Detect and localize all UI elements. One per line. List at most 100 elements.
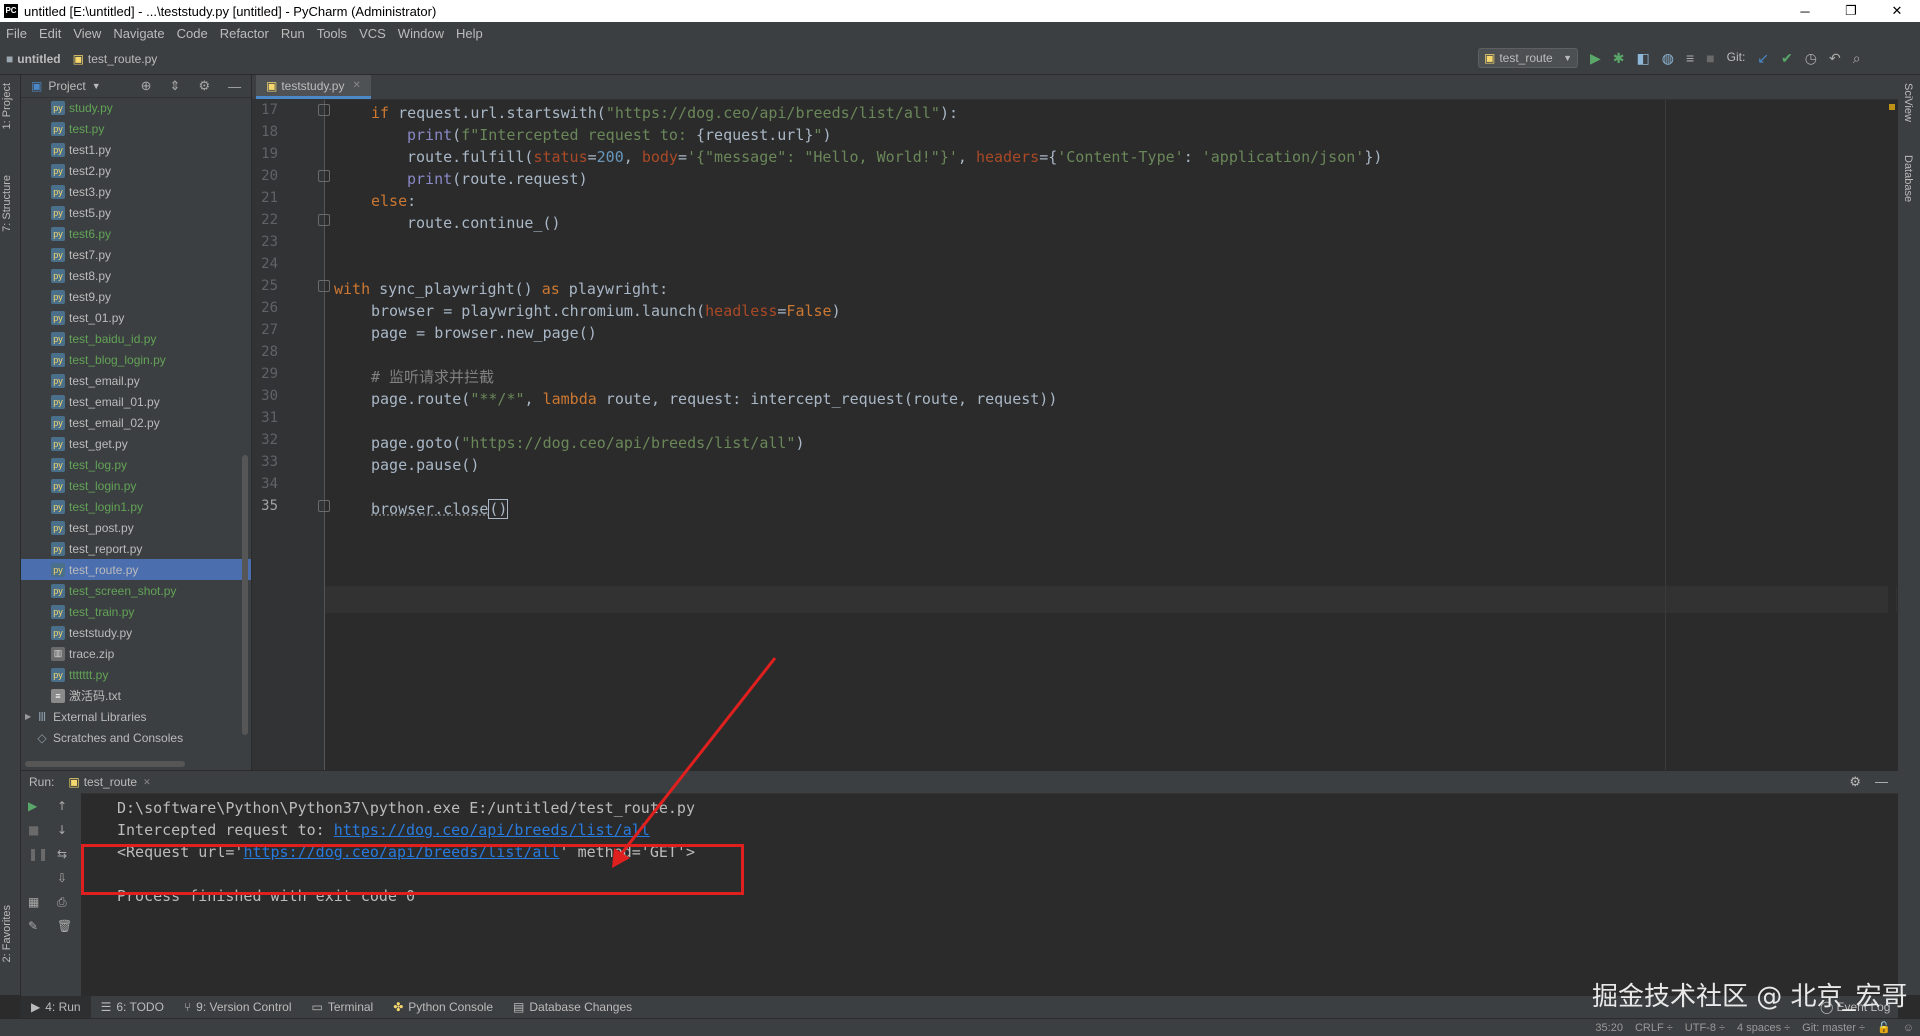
rerun-icon[interactable]: ▶: [28, 799, 37, 813]
tree-item-file[interactable]: py test6.py: [21, 223, 251, 244]
breadcrumb-project[interactable]: ■ untitled: [0, 52, 67, 66]
tree-item-file[interactable]: py test_blog_login.py: [21, 349, 251, 370]
tree-item-file[interactable]: py test_get.py: [21, 433, 251, 454]
chevron-right-icon[interactable]: ▶: [25, 712, 31, 721]
fold-marker-icon[interactable]: [318, 170, 330, 182]
hide-icon[interactable]: —: [228, 79, 241, 94]
tree-item-file[interactable]: py test_email.py: [21, 370, 251, 391]
rollback-icon[interactable]: ↶: [1829, 50, 1841, 67]
database-tool-tab[interactable]: Database: [1902, 155, 1914, 202]
pin-icon[interactable]: ✎: [28, 919, 38, 933]
tree-item-file[interactable]: py test_login1.py: [21, 496, 251, 517]
stop-icon[interactable]: ■: [1706, 50, 1714, 67]
coverage-icon[interactable]: ◧: [1637, 50, 1650, 67]
project-view-select[interactable]: Project: [48, 79, 85, 93]
close-button[interactable]: ✕: [1874, 0, 1920, 22]
menu-edit[interactable]: Edit: [33, 26, 67, 41]
tree-item-file[interactable]: py test_report.py: [21, 538, 251, 559]
fold-marker-icon[interactable]: [318, 214, 330, 226]
stop-icon[interactable]: ■: [28, 823, 39, 837]
breadcrumb-file[interactable]: ▣ test_route.py: [67, 52, 164, 66]
tree-item-file[interactable]: py test_post.py: [21, 517, 251, 538]
scroll-down-icon[interactable]: ↓: [57, 823, 67, 837]
menu-code[interactable]: Code: [171, 26, 214, 41]
run-tab[interactable]: ▣ test_route ✕: [68, 775, 150, 789]
gear-icon[interactable]: ⚙: [1849, 774, 1861, 790]
tree-item-file[interactable]: py study.py: [21, 97, 251, 118]
structure-tool-tab[interactable]: 7: Structure: [1, 175, 13, 232]
close-icon[interactable]: ✕: [352, 80, 360, 91]
tab-version-control[interactable]: ⑂ 9: Version Control: [174, 1000, 302, 1014]
tab-run[interactable]: ▶ 4: Run: [21, 996, 91, 1018]
warning-marker[interactable]: [1889, 104, 1895, 110]
tree-item-file[interactable]: py test_baidu_id.py: [21, 328, 251, 349]
git-commit-icon[interactable]: ✔: [1781, 50, 1793, 67]
layout-icon[interactable]: ▦: [28, 895, 39, 909]
menu-view[interactable]: View: [67, 26, 107, 41]
tree-item-file[interactable]: ≡ 激活码.txt: [21, 685, 251, 706]
git-update-icon[interactable]: ↙: [1757, 50, 1769, 67]
sciview-tool-tab[interactable]: SciView: [1902, 83, 1914, 122]
fold-marker-icon[interactable]: [318, 104, 330, 116]
tree-item-file[interactable]: py test8.py: [21, 265, 251, 286]
search-icon[interactable]: ⌕: [1853, 50, 1861, 67]
tab-terminal[interactable]: ▭ Terminal: [302, 1000, 384, 1014]
locate-icon[interactable]: ⊕: [141, 78, 152, 94]
indent-setting[interactable]: 4 spaces ÷: [1731, 1022, 1796, 1034]
gear-icon[interactable]: ⚙: [198, 78, 210, 94]
line-separator[interactable]: CRLF ÷: [1629, 1022, 1679, 1034]
menu-refactor[interactable]: Refactor: [214, 26, 275, 41]
collapse-icon[interactable]: ⇕: [170, 78, 181, 94]
tab-python-console[interactable]: ✤ Python Console: [383, 1000, 503, 1014]
favorites-tool-tab[interactable]: 2: Favorites: [1, 905, 13, 962]
tab-database-changes[interactable]: ▤ Database Changes: [503, 1000, 642, 1014]
fold-marker-icon[interactable]: [318, 280, 330, 292]
print-icon[interactable]: ⎙: [57, 895, 67, 910]
debug-icon[interactable]: ✱: [1613, 50, 1625, 67]
code-area[interactable]: if request.url.startswith("https://dog.c…: [334, 100, 1834, 770]
tree-item-file[interactable]: py test9.py: [21, 286, 251, 307]
tree-item-file[interactable]: py test_01.py: [21, 307, 251, 328]
tree-item-file[interactable]: py test_login.py: [21, 475, 251, 496]
tree-item-file[interactable]: py test.py: [21, 118, 251, 139]
tree-item-file[interactable]: py test7.py: [21, 244, 251, 265]
inspector-icon[interactable]: ☺: [1897, 1022, 1920, 1034]
menu-tools[interactable]: Tools: [311, 26, 353, 41]
console-link[interactable]: https://dog.ceo/api/breeds/list/all: [334, 821, 650, 839]
minimize-button[interactable]: ─: [1782, 0, 1828, 22]
caret-position[interactable]: 35:20: [1589, 1022, 1629, 1034]
tab-teststudy[interactable]: ▣ teststudy.py ✕: [256, 75, 371, 99]
hide-icon[interactable]: —: [1875, 774, 1888, 790]
scroll-up-icon[interactable]: ↑: [57, 799, 67, 813]
project-hscrollbar[interactable]: [25, 761, 185, 767]
profile-icon[interactable]: ◍: [1662, 50, 1674, 67]
tree-item-file[interactable]: py teststudy.py: [21, 622, 251, 643]
fold-marker-icon[interactable]: [318, 500, 330, 512]
chevron-down-icon[interactable]: ▼: [92, 81, 101, 91]
tree-item-file[interactable]: py test_log.py: [21, 454, 251, 475]
tree-item-file[interactable]: py test_email_02.py: [21, 412, 251, 433]
menu-help[interactable]: Help: [450, 26, 489, 41]
close-icon[interactable]: ✕: [143, 777, 151, 788]
tree-item-file[interactable]: py test_train.py: [21, 601, 251, 622]
tree-item-file[interactable]: py test1.py: [21, 139, 251, 160]
maximize-button[interactable]: ❐: [1828, 0, 1874, 22]
menu-file[interactable]: File: [0, 26, 33, 41]
project-scrollbar[interactable]: [242, 455, 248, 735]
tree-item-file[interactable]: py test_email_01.py: [21, 391, 251, 412]
tree-item-file[interactable]: py test_route.py: [21, 559, 251, 580]
build-icon[interactable]: ≡: [1686, 50, 1694, 67]
git-branch[interactable]: Git: master ÷: [1796, 1022, 1871, 1034]
run-configuration-select[interactable]: ▣ test_route ▼: [1478, 48, 1578, 68]
scroll-to-end-icon[interactable]: ⇩: [57, 871, 67, 885]
menu-window[interactable]: Window: [392, 26, 450, 41]
tree-item-file[interactable]: ▥ trace.zip: [21, 643, 251, 664]
tree-item-file[interactable]: py test_screen_shot.py: [21, 580, 251, 601]
soft-wrap-icon[interactable]: ⇆: [57, 847, 67, 861]
menu-run[interactable]: Run: [275, 26, 311, 41]
project-tool-tab[interactable]: 1: Project: [1, 83, 13, 129]
menu-navigate[interactable]: Navigate: [107, 26, 170, 41]
pause-icon[interactable]: ❚❚: [28, 847, 48, 861]
editor-scrollbar[interactable]: [1888, 100, 1896, 770]
lock-icon[interactable]: 🔓: [1871, 1021, 1897, 1034]
